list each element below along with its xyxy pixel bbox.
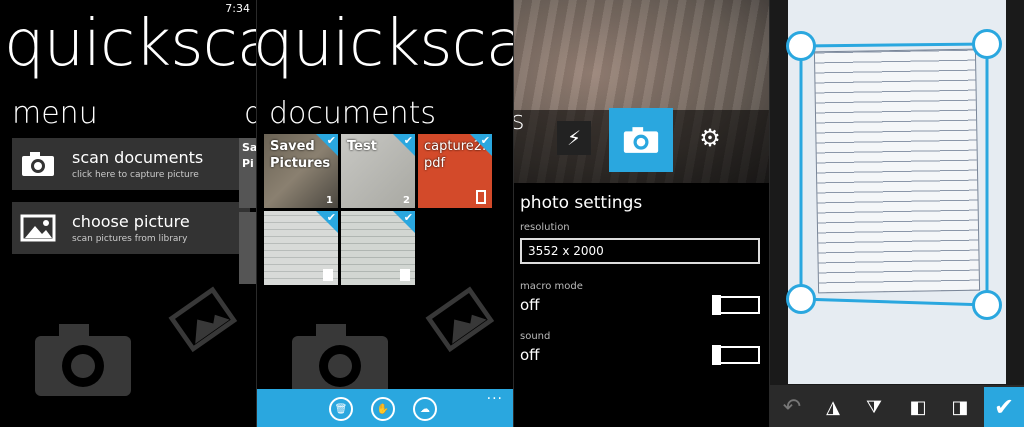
choose-picture-button[interactable]: choose picture scan pictures from librar… <box>12 202 250 254</box>
tile-document-1[interactable]: ✔ <box>264 211 338 285</box>
tile-count: 2 <box>403 195 410 206</box>
picture-watermark-icon <box>424 284 499 357</box>
confirm-icon[interactable]: ✔ <box>984 387 1024 427</box>
toggle-knob <box>712 345 721 365</box>
picture-icon <box>12 202 64 254</box>
upload-icon[interactable]: ☁ <box>413 397 437 421</box>
check-icon: ✔ <box>326 134 336 147</box>
flip-vertical-icon[interactable]: ◮ <box>813 387 853 427</box>
choose-picture-sublabel: scan pictures from library <box>72 233 188 244</box>
peek-tile-2 <box>239 212 256 284</box>
peek-tile: Sa Pi <box>239 138 256 208</box>
settings-peek-letter: s <box>514 106 525 136</box>
photo-settings-title: photo settings <box>520 193 643 213</box>
camera-settings-screen: s ⚡ ⚙ photo settings resolution 3552 x 2… <box>514 0 769 427</box>
menu-screen: quickscan menu do scan documents click h… <box>0 0 256 427</box>
check-icon: ✔ <box>480 134 490 147</box>
tile-capture2-pdf[interactable]: capture2.pdf ✔ <box>418 134 492 208</box>
resolution-label: resolution <box>520 222 570 233</box>
app-title: quickscan <box>257 7 513 81</box>
tile-saved-pictures[interactable]: Saved Pictures 1 ✔ <box>264 134 338 208</box>
scan-documents-button[interactable]: scan documents click here to capture pic… <box>12 138 250 190</box>
document-icon <box>400 269 410 281</box>
crop-handle-top-left[interactable] <box>786 31 816 61</box>
resolution-field[interactable]: 3552 x 2000 <box>520 238 760 264</box>
check-icon: ✔ <box>326 211 336 224</box>
camera-icon <box>12 138 64 190</box>
menu-title: menu <box>12 96 98 131</box>
flash-off-icon[interactable]: ⚡ <box>557 121 591 155</box>
sound-value: off <box>520 346 540 364</box>
delete-icon[interactable]: 🗑 <box>329 397 353 421</box>
documents-screen: quickscan documents Saved Pictures 1 ✔ T… <box>257 0 513 427</box>
pdf-icon[interactable]: ✋ <box>371 397 395 421</box>
document-icon <box>323 269 333 281</box>
tile-title: Test <box>347 139 377 154</box>
documents-title: documents <box>269 96 436 131</box>
undo-icon[interactable]: ↶ <box>772 387 812 427</box>
tile-test[interactable]: Test 2 ✔ <box>341 134 415 208</box>
more-button[interactable]: ... <box>487 387 503 403</box>
choose-picture-label: choose picture <box>72 211 190 231</box>
macro-mode-toggle[interactable] <box>712 295 760 315</box>
crop-handle-top-right[interactable] <box>972 29 1002 59</box>
tile-document-2[interactable]: ✔ <box>341 211 415 285</box>
check-icon: ✔ <box>403 134 413 147</box>
toggle-knob <box>712 295 721 315</box>
macro-mode-value: off <box>520 296 540 314</box>
app-title: quickscan <box>4 7 256 81</box>
peek-tile-label: Sa Pi <box>242 141 256 170</box>
camera-watermark-icon <box>28 318 138 406</box>
scan-documents-label: scan documents <box>72 147 204 167</box>
tile-count: 1 <box>326 195 333 206</box>
rotate-left-icon[interactable]: ◧ <box>898 387 938 427</box>
camera-icon[interactable] <box>609 108 673 172</box>
sound-label: sound <box>520 331 551 342</box>
gear-icon[interactable]: ⚙ <box>694 122 726 154</box>
macro-mode-label: macro mode <box>520 281 583 292</box>
pdf-icon <box>476 190 486 204</box>
check-icon: ✔ <box>403 211 413 224</box>
flip-horizontal-icon[interactable]: ⧩ <box>854 387 894 427</box>
crop-screen: ↶ ◮ ⧩ ◧ ◨ ✔ <box>770 0 1024 427</box>
picture-watermark-icon <box>167 284 242 357</box>
scan-documents-sublabel: click here to capture picture <box>72 169 199 180</box>
sound-toggle[interactable] <box>712 345 760 365</box>
crop-handle-bottom-left[interactable] <box>786 284 816 314</box>
app-bar: 🗑 ✋ ☁ ... <box>257 387 513 427</box>
rotate-right-icon[interactable]: ◨ <box>940 387 980 427</box>
crop-handle-bottom-right[interactable] <box>972 290 1002 320</box>
status-time: 7:34 <box>225 2 250 15</box>
documents-peek-title: do <box>244 96 256 131</box>
